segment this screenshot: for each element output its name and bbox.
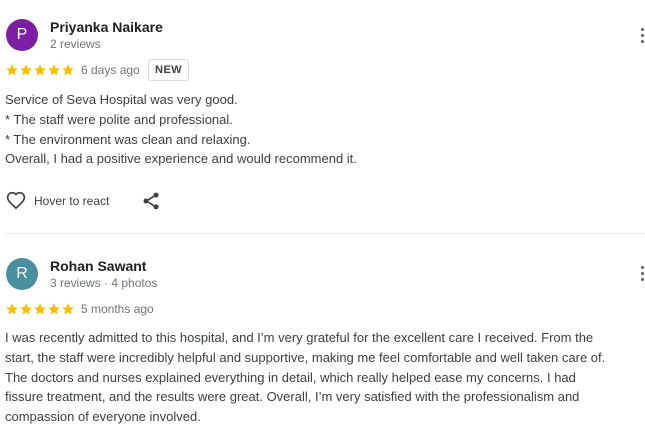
- review-text: Service of Seva Hospital was very good. …: [5, 90, 357, 169]
- reviewer-meta: 3 reviews · 4 photos: [50, 276, 158, 290]
- star-icon: [62, 303, 74, 315]
- review-card: R Rohan Sawant 3 reviews · 4 photos 5 mo…: [0, 234, 645, 443]
- avatar[interactable]: P: [6, 19, 38, 51]
- star-icon: [6, 303, 18, 315]
- review-line: I was recently admitted to this hospital…: [5, 330, 594, 345]
- review-line: * The environment was clean and relaxing…: [5, 131, 251, 147]
- react-label: Hover to react: [34, 194, 110, 208]
- share-icon[interactable]: [141, 191, 161, 211]
- review-line: The doctors and nurses explained everyth…: [5, 369, 576, 385]
- react-button[interactable]: Hover to react: [6, 191, 109, 211]
- review-text: I was recently admitted to this hospital…: [5, 328, 605, 427]
- star-icon: [6, 64, 18, 76]
- reviewer-meta: 2 reviews: [50, 37, 101, 51]
- review-date: 6 days ago: [81, 63, 140, 77]
- review-date: 5 months ago: [81, 302, 154, 316]
- review-line: * The staff were polite and professional…: [5, 111, 233, 127]
- avatar[interactable]: R: [6, 258, 38, 290]
- star-icon: [20, 303, 32, 315]
- review-card: P Priyanka Naikare 2 reviews 6 days ago …: [0, 0, 645, 234]
- review-line: Overall, I had a positive experience and…: [5, 151, 357, 167]
- review-line: compassion of everyone involved.: [5, 409, 201, 425]
- more-vert-icon[interactable]: [640, 28, 645, 46]
- rating-stars: [5, 302, 75, 316]
- star-icon: [62, 64, 74, 76]
- new-badge: NEW: [148, 59, 190, 81]
- rating-stars: [5, 63, 75, 77]
- review-line: fissure treatment, and the results were …: [5, 389, 580, 405]
- star-icon: [34, 64, 46, 76]
- star-icon: [34, 303, 46, 315]
- star-icon: [48, 64, 60, 76]
- more-vert-icon[interactable]: [640, 266, 645, 284]
- heart-outline-icon: [6, 191, 26, 210]
- reviewer-name[interactable]: Priyanka Naikare: [50, 19, 163, 35]
- reviewer-name[interactable]: Rohan Sawant: [50, 258, 146, 274]
- star-icon: [20, 64, 32, 76]
- review-line: Service of Seva Hospital was very good.: [5, 92, 238, 107]
- review-line: start, the staff were incredibly helpful…: [5, 349, 606, 365]
- star-icon: [48, 303, 60, 315]
